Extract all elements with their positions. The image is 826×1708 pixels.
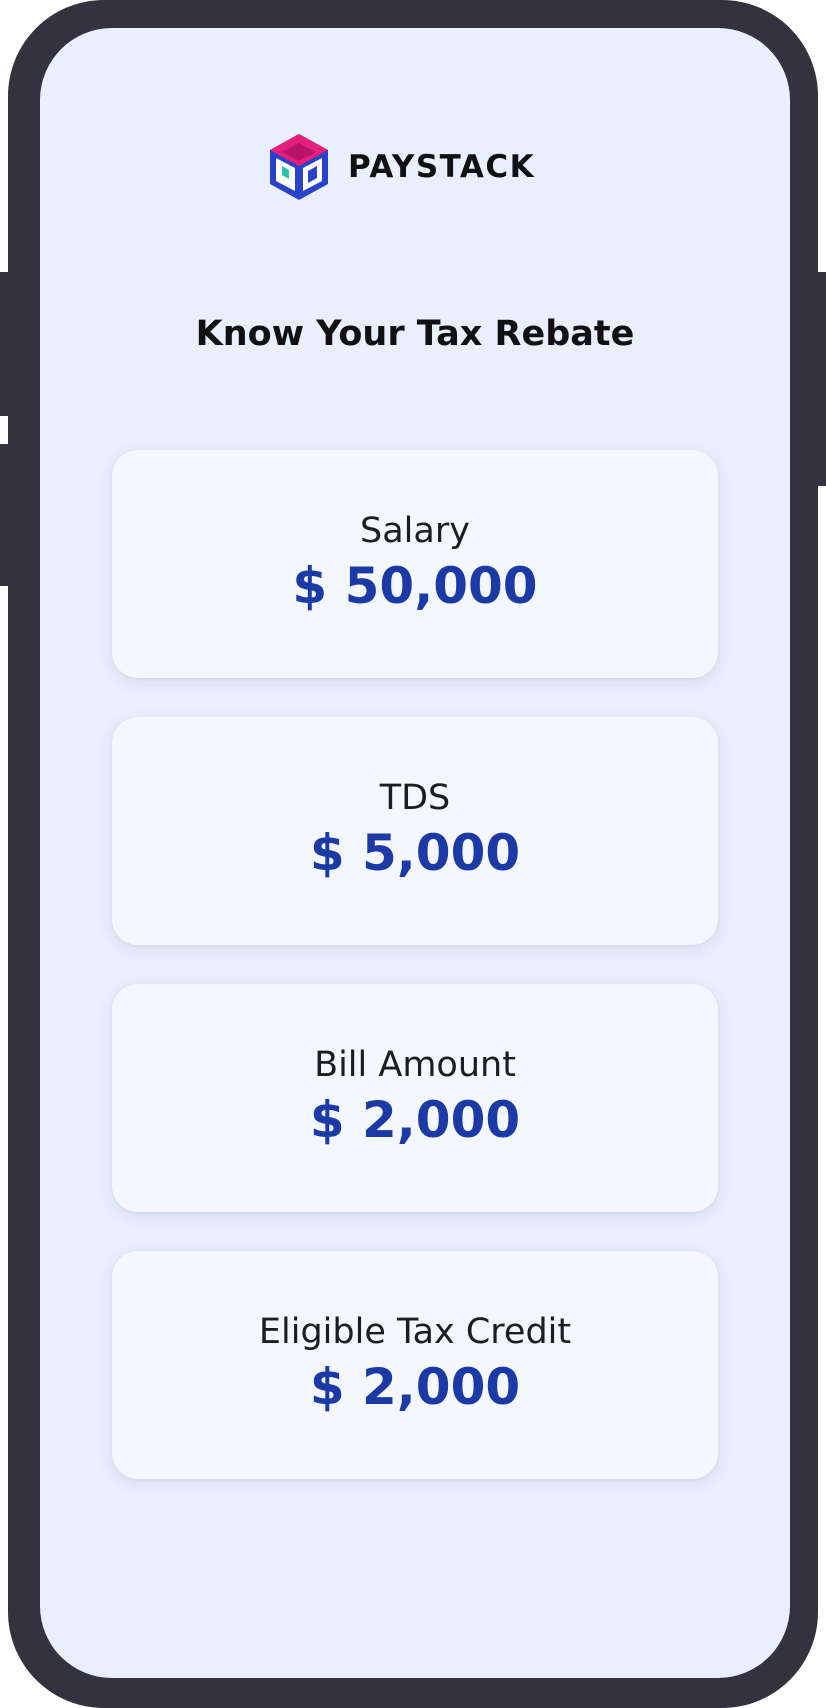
paystack-box-logo-icon — [270, 134, 328, 200]
eligible-tax-credit-card: Eligible Tax Credit $ 2,000 — [112, 1251, 718, 1479]
tds-card: TDS $ 5,000 — [112, 717, 718, 945]
phone-frame: PAYSTACK Know Your Tax Rebate Salary $ 5… — [8, 0, 818, 1708]
page-title: Know Your Tax Rebate — [195, 314, 635, 354]
bill-amount-label: Bill Amount — [314, 1044, 516, 1085]
tds-value: $ 5,000 — [309, 823, 521, 882]
salary-value: $ 50,000 — [292, 556, 538, 615]
tax-summary-cards: Salary $ 50,000 TDS $ 5,000 Bill Amount … — [112, 450, 718, 1518]
salary-card: Salary $ 50,000 — [112, 450, 718, 678]
eligible-tax-credit-label: Eligible Tax Credit — [258, 1311, 572, 1352]
bill-amount-card: Bill Amount $ 2,000 — [112, 984, 718, 1212]
salary-label: Salary — [360, 510, 470, 551]
brand-header: PAYSTACK — [264, 130, 535, 204]
bill-amount-value: $ 2,000 — [309, 1090, 521, 1149]
eligible-tax-credit-value: $ 2,000 — [309, 1357, 521, 1416]
phone-screen: PAYSTACK Know Your Tax Rebate Salary $ 5… — [40, 28, 790, 1678]
brand-name: PAYSTACK — [348, 149, 536, 185]
tds-label: TDS — [379, 777, 451, 818]
